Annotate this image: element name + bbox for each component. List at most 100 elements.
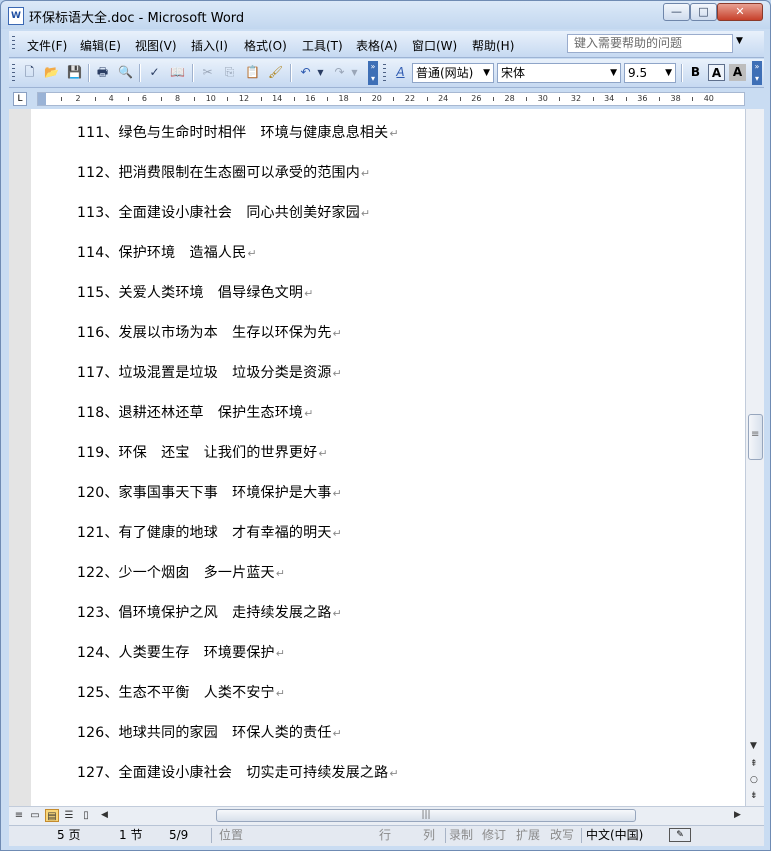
style-select[interactable]: 普通(网站) ▼ <box>412 63 494 83</box>
toolbar-options-chevron-icon[interactable]: » ▾ <box>368 61 378 85</box>
scroll-right-arrow-icon[interactable]: ▶ <box>734 810 741 820</box>
print-preview-icon[interactable]: 🔍 <box>117 64 134 81</box>
help-search-input[interactable] <box>568 35 740 51</box>
chevron-down-icon[interactable]: ▼ <box>483 64 490 82</box>
title-bar[interactable]: W 环保标语大全.doc - Microsoft Word — □ ✕ <box>1 1 770 29</box>
document-line[interactable]: 119、环保 还宝 让我们的世界更好↵ <box>77 443 399 483</box>
horizontal-ruler[interactable]: 2 4 6 8 10 12 14 16 18 20 22 24 26 28 30 32 34 36 38 40 <box>37 92 745 106</box>
document-line[interactable]: 125、生态不平衡 人类不安宁↵ <box>77 683 399 723</box>
reading-view-icon[interactable]: ▯ <box>79 809 93 822</box>
help-search-box[interactable] <box>567 34 740 53</box>
formatting-options-chevron-icon[interactable]: » ▾ <box>752 61 762 85</box>
bold-button[interactable]: B <box>687 64 704 81</box>
menu-file[interactable]: 文件(F) <box>27 37 67 54</box>
menubar-grip-icon[interactable] <box>12 36 15 52</box>
document-line[interactable]: 111、绿色与生命时时相伴 环境与健康息息相关↵ <box>77 123 399 163</box>
document-line[interactable]: 124、人类要生存 环境要保护↵ <box>77 643 399 683</box>
document-line[interactable]: 117、垃圾混置是垃圾 垃圾分类是资源↵ <box>77 363 399 403</box>
word-doc-icon[interactable]: W <box>8 7 24 25</box>
minimize-button[interactable]: — <box>663 3 690 21</box>
copy-icon[interactable]: ⎘ <box>221 64 238 81</box>
document-line[interactable]: 126、地球共同的家园 环保人类的责任↵ <box>77 723 399 763</box>
paste-icon[interactable]: 📋 <box>244 64 261 81</box>
open-folder-icon[interactable]: 📂 <box>43 64 60 81</box>
status-extend[interactable]: 扩展 <box>516 828 540 843</box>
status-divider <box>581 828 582 843</box>
character-shading-button[interactable]: A <box>729 64 746 81</box>
paragraph-mark-icon: ↵ <box>318 447 328 460</box>
maximize-button[interactable]: □ <box>690 3 717 21</box>
web-view-icon[interactable]: ▭ <box>28 809 42 822</box>
print-layout-view-icon[interactable]: ▤ <box>45 809 59 822</box>
paragraph-mark-icon: ↵ <box>332 607 342 620</box>
save-icon[interactable]: 💾 <box>66 64 83 81</box>
paragraph-mark-icon: ↵ <box>275 567 286 580</box>
undo-dropdown-icon[interactable]: ▼ <box>312 64 329 81</box>
new-document-icon[interactable]: 🗋 <box>21 64 38 81</box>
status-track-changes[interactable]: 修订 <box>482 828 506 843</box>
redo-dropdown-icon[interactable]: ▼ <box>346 64 363 81</box>
chevron-down-icon[interactable]: ▼ <box>665 64 672 82</box>
line-text: 123、倡环境保护之风 走持续发展之路 <box>77 605 332 621</box>
document-line[interactable]: 123、倡环境保护之风 走持续发展之路↵ <box>77 603 399 643</box>
print-icon[interactable]: 🖶 <box>94 64 111 81</box>
scroll-left-arrow-icon[interactable]: ◀ <box>101 810 108 820</box>
document-line[interactable]: 120、家事国事天下事 环境保护是大事↵ <box>77 483 399 523</box>
cut-icon[interactable]: ✂ <box>199 64 216 81</box>
spelling-icon[interactable]: ✓ <box>146 64 163 81</box>
document-line[interactable]: 122、少一个烟囱 多一片蓝天↵ <box>77 563 399 603</box>
document-line[interactable]: 112、把消费限制在生态圈可以承受的范围内↵ <box>77 163 399 203</box>
vertical-scrollbar[interactable]: ▼ ⇞ ○ ⇟ <box>745 109 764 806</box>
ruler-left-margin[interactable] <box>38 93 46 105</box>
scroll-down-arrow-icon[interactable]: ▼ <box>750 741 757 751</box>
styles-formatting-icon[interactable]: A <box>392 64 409 81</box>
ruler-label: 8 <box>175 94 181 103</box>
paragraph-mark-icon: ↵ <box>332 487 342 500</box>
document-line[interactable]: 113、全面建设小康社会 同心共创美好家园↵ <box>77 203 399 243</box>
document-line[interactable]: 114、保护环境 造福人民↵ <box>77 243 399 283</box>
font-select[interactable]: 宋体 ▼ <box>497 63 621 83</box>
menu-help[interactable]: 帮助(H) <box>472 37 514 54</box>
menu-format[interactable]: 格式(O) <box>244 37 287 54</box>
document-line[interactable]: 115、关爱人类环境 倡导绿色文明↵ <box>77 283 399 323</box>
previous-page-icon[interactable]: ⇞ <box>750 759 758 769</box>
document-line[interactable]: 121、有了健康的地球 才有幸福的明天↵ <box>77 523 399 563</box>
menu-tools[interactable]: 工具(T) <box>302 37 343 54</box>
ruler-tick <box>526 97 528 101</box>
vertical-scroll-thumb[interactable] <box>748 414 763 460</box>
status-language[interactable]: 中文(中国) <box>586 828 643 843</box>
format-painter-icon[interactable]: 🖌 <box>267 64 284 81</box>
horizontal-scrollbar[interactable]: ≡ ▭ ▤ ☰ ▯ ◀ ||| ▶ <box>9 806 764 825</box>
status-divider <box>445 828 446 843</box>
status-record[interactable]: 录制 <box>449 828 473 843</box>
document-page[interactable]: 111、绿色与生命时时相伴 环境与健康息息相关↵ 112、把消费限制在生态圈可以承… <box>9 109 745 806</box>
next-page-icon[interactable]: ⇟ <box>750 791 758 801</box>
chevron-down-icon[interactable]: ▼ <box>610 64 617 82</box>
menu-table[interactable]: 表格(A) <box>356 37 398 54</box>
help-dropdown-icon[interactable]: ▼ <box>736 36 743 46</box>
character-border-button[interactable]: A <box>708 64 725 81</box>
document-line[interactable]: 118、退耕还林还草 保护生态环境↵ <box>77 403 399 443</box>
normal-view-icon[interactable]: ≡ <box>12 809 26 822</box>
document-line[interactable]: 127、全面建设小康社会 切实走可持续发展之路↵ <box>77 763 399 803</box>
status-overtype[interactable]: 改写 <box>550 828 574 843</box>
font-size-select[interactable]: 9.5 ▼ <box>624 63 676 83</box>
tab-stop-selector[interactable]: L <box>13 92 27 106</box>
menu-window[interactable]: 窗口(W) <box>412 37 457 54</box>
menu-insert[interactable]: 插入(I) <box>191 37 228 54</box>
page-left-margin <box>9 109 31 806</box>
formatting-grip-icon[interactable] <box>383 64 386 82</box>
line-text: 124、人类要生存 环境要保护 <box>77 645 275 661</box>
menu-view[interactable]: 视图(V) <box>135 37 177 54</box>
close-button[interactable]: ✕ <box>717 3 763 21</box>
horizontal-scroll-thumb[interactable]: ||| <box>216 809 636 822</box>
spelling-status-icon[interactable]: ✎ <box>669 828 691 842</box>
ruler-tick <box>559 97 561 101</box>
document-line[interactable]: 116、发展以市场为本 生存以环保为先↵ <box>77 323 399 363</box>
browse-object-icon[interactable]: ○ <box>750 775 758 785</box>
toolbar-grip-icon[interactable] <box>12 64 15 82</box>
outline-view-icon[interactable]: ☰ <box>62 809 76 822</box>
menu-edit[interactable]: 编辑(E) <box>80 37 121 54</box>
research-icon[interactable]: 📖 <box>169 64 186 81</box>
ruler-label: 30 <box>537 94 548 103</box>
